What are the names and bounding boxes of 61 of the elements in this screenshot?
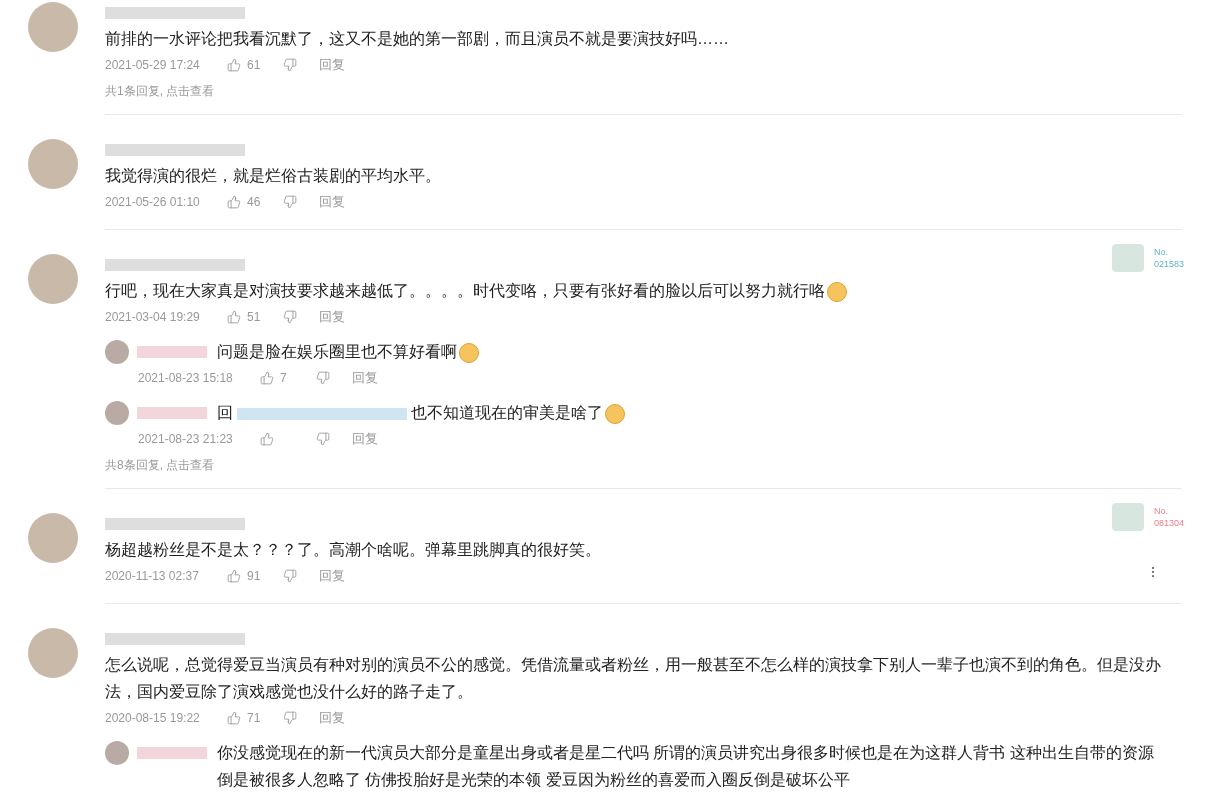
avatar[interactable] — [27, 139, 78, 189]
comment-date: 2021-08-23 15:18 — [138, 370, 234, 387]
emoji-icon — [605, 403, 625, 424]
dislike-icon[interactable] — [316, 371, 330, 385]
reply-text: 你没感觉现在的新一代演员大部分是童星出身或者是星二代吗 所谓的演员讲究出身很多时候也是在为这群人背书 这种出生自带的资源倒是被很多人忽略了 仿佛投胎好是光荣的本领 爱豆因为粉丝的喜爱而入圈反倒是破坏公平 — [217, 744, 1154, 788]
comment-text: 怎么说呢，总觉得爱豆当演员有种对别的演员不公的感觉。凭借流量或者粉丝，用一般甚至不怎么样的演技拿下别人一辈子也演不到的角色。但是没办法，国内爱豆除了演戏感觉也没什么好的路子走了。 — [105, 656, 1161, 700]
like-icon[interactable] — [227, 195, 241, 209]
avatar[interactable] — [27, 628, 78, 678]
avatar[interactable] — [27, 254, 78, 304]
blurred-username — [137, 407, 207, 419]
dislike-icon[interactable] — [283, 569, 297, 583]
comment-text: 杨超越粉丝是不是太？？？了。高潮个啥呢。弹幕里跳脚真的很好笑。 — [105, 541, 601, 558]
like-icon[interactable] — [260, 432, 274, 446]
dislike-icon[interactable] — [283, 711, 297, 725]
reply-link[interactable]: 回复 — [352, 429, 378, 449]
avatar[interactable] — [27, 2, 78, 52]
like-count: 46 — [247, 194, 261, 211]
comment-date: 2021-05-29 17:24 — [105, 57, 201, 74]
reply-link[interactable]: 回复 — [319, 708, 345, 728]
like-count: 71 — [247, 710, 261, 727]
dislike-icon[interactable] — [283, 58, 297, 72]
like-icon[interactable] — [260, 371, 274, 385]
dislike-icon[interactable] — [283, 195, 297, 209]
reply-prefix: 回 — [217, 404, 233, 421]
like-icon[interactable] — [227, 58, 241, 72]
comment-date: 2020-08-15 19:22 — [105, 710, 201, 727]
reply-text: 问题是脸在娱乐圈里也不算好看啊 — [217, 343, 457, 360]
blurred-username — [137, 747, 207, 759]
dislike-icon[interactable] — [316, 432, 330, 446]
reply-link[interactable]: 回复 — [319, 566, 345, 586]
like-icon[interactable] — [227, 569, 241, 583]
like-icon[interactable] — [227, 310, 241, 324]
like-count: 51 — [247, 309, 261, 326]
reply-link[interactable]: 回复 — [319, 55, 345, 75]
comment-date: 2021-03-04 19:29 — [105, 309, 201, 326]
reply-link[interactable]: 回复 — [319, 192, 345, 212]
like-icon[interactable] — [227, 711, 241, 725]
emoji-icon — [827, 281, 847, 302]
comment-text: 行吧，现在大家真是对演技要求越来越低了。。。。时代变咯，只要有张好看的脸以后可以努力就行咯 — [105, 282, 825, 299]
reply-link[interactable]: 回复 — [352, 368, 378, 388]
like-count: 7 — [280, 370, 287, 387]
comment-date: 2021-05-26 01:10 — [105, 194, 201, 211]
comment-date: 2021-08-23 21:23 — [138, 431, 234, 448]
view-replies-link[interactable]: 共1条回复, 点击查看 — [105, 82, 1168, 100]
avatar[interactable] — [27, 513, 78, 563]
emoji-icon — [459, 342, 479, 363]
avatar[interactable] — [105, 401, 129, 425]
comment-text: 我觉得演的很烂，就是烂俗古装剧的平均水平。 — [105, 167, 441, 184]
comment-text: 前排的一水评论把我看沉默了，这又不是她的第一部剧，而且演员不就是要演技好吗…… — [105, 30, 729, 47]
dislike-icon[interactable] — [283, 310, 297, 324]
fan-number: No. 021583 — [1154, 246, 1186, 270]
comment-date: 2020-11-13 02:37 — [105, 568, 200, 585]
like-count: 91 — [247, 568, 261, 585]
blurred-username — [137, 346, 207, 358]
fan-number: No. 081304 — [1154, 505, 1186, 529]
like-count: 61 — [247, 57, 261, 74]
reply-link[interactable]: 回复 — [319, 307, 345, 327]
view-replies-link[interactable]: 共8条回复, 点击查看 — [105, 456, 1168, 474]
avatar[interactable] — [105, 340, 129, 364]
reply-text: 也不知道现在的审美是啥了 — [411, 404, 603, 421]
avatar[interactable] — [105, 741, 129, 765]
